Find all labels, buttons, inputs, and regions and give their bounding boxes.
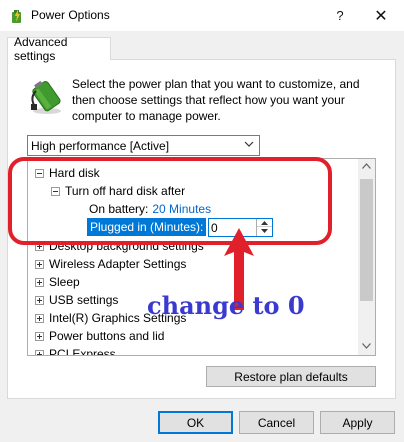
window-title: Power Options	[31, 8, 110, 22]
tree-item-hard-disk[interactable]: Hard disk	[35, 164, 100, 182]
tab-advanced-settings[interactable]: Advanced settings	[7, 35, 111, 63]
restore-plan-defaults-button[interactable]: Restore plan defaults	[206, 366, 376, 387]
description-text: Select the power plan that you want to c…	[72, 77, 360, 123]
scroll-thumb[interactable]	[360, 179, 373, 301]
power-options-icon	[12, 9, 21, 23]
tree-item-turn-off-hard-disk[interactable]: Turn off hard disk after	[51, 182, 185, 200]
cancel-button[interactable]: Cancel	[239, 411, 314, 434]
stepper-up-button[interactable]	[257, 219, 272, 227]
arrow-up-icon	[261, 220, 268, 225]
expand-icon[interactable]	[35, 349, 44, 355]
arrow-down-icon	[261, 229, 268, 233]
annotation-text: change to 0	[147, 291, 305, 320]
tree-item-label: Power buttons and lid	[49, 329, 165, 343]
scroll-down-icon[interactable]	[362, 343, 371, 349]
tree-scrollbar[interactable]	[358, 159, 375, 355]
tree-item-wireless-adapter[interactable]: Wireless Adapter Settings	[35, 255, 186, 273]
expand-icon[interactable]	[35, 259, 44, 269]
plugged-in-minutes-input[interactable]	[211, 220, 253, 235]
power-plan-dropdown[interactable]: High performance [Active]	[27, 135, 260, 156]
collapse-icon[interactable]	[51, 186, 60, 196]
tree-item-label: Turn off hard disk after	[65, 184, 186, 198]
expand-icon[interactable]	[35, 313, 44, 323]
title-bar: Power Options ? ✕	[0, 0, 404, 31]
scroll-up-icon[interactable]	[362, 163, 371, 169]
tree-item-label: Wireless Adapter Settings	[49, 257, 187, 271]
tree-item-usb-settings[interactable]: USB settings	[35, 291, 118, 309]
expand-icon[interactable]	[35, 241, 44, 251]
tree-item-sleep[interactable]: Sleep	[35, 273, 80, 291]
plugged-in-minutes-stepper[interactable]	[208, 218, 273, 237]
tree-item-desktop-background[interactable]: Desktop background settings	[35, 237, 204, 255]
expand-icon[interactable]	[35, 331, 44, 341]
power-plan-selected: High performance [Active]	[31, 138, 170, 153]
stepper-buttons	[256, 219, 272, 236]
tree-item-pci-express[interactable]: PCI Express	[35, 345, 116, 356]
tree-item-label: USB settings	[49, 293, 119, 307]
tree-item-label: PCI Express	[49, 347, 116, 356]
close-button[interactable]: ✕	[358, 0, 404, 31]
on-battery-label: On battery:	[89, 202, 149, 216]
on-battery-value-link[interactable]: 20 Minutes	[152, 202, 211, 216]
plugged-in-label: Plugged in (Minutes):	[87, 218, 207, 236]
collapse-icon[interactable]	[35, 168, 44, 178]
help-button[interactable]: ?	[317, 0, 363, 31]
expand-icon[interactable]	[35, 295, 44, 305]
tree-item-power-buttons[interactable]: Power buttons and lid	[35, 327, 164, 345]
settings-tree[interactable]: Hard disk Turn off hard disk after On ba…	[27, 158, 376, 356]
battery-icon	[31, 81, 61, 114]
tree-item-on-battery[interactable]: On battery: 20 Minutes	[89, 200, 211, 218]
tree-item-label: Sleep	[49, 275, 80, 289]
tree-item-label: Hard disk	[49, 166, 100, 180]
tree-item-label: Desktop background settings	[49, 239, 204, 253]
stepper-down-button[interactable]	[257, 227, 272, 235]
apply-button[interactable]: Apply	[320, 411, 395, 434]
ok-button[interactable]: OK	[158, 411, 233, 434]
expand-icon[interactable]	[35, 277, 44, 287]
chevron-down-icon	[244, 141, 254, 147]
